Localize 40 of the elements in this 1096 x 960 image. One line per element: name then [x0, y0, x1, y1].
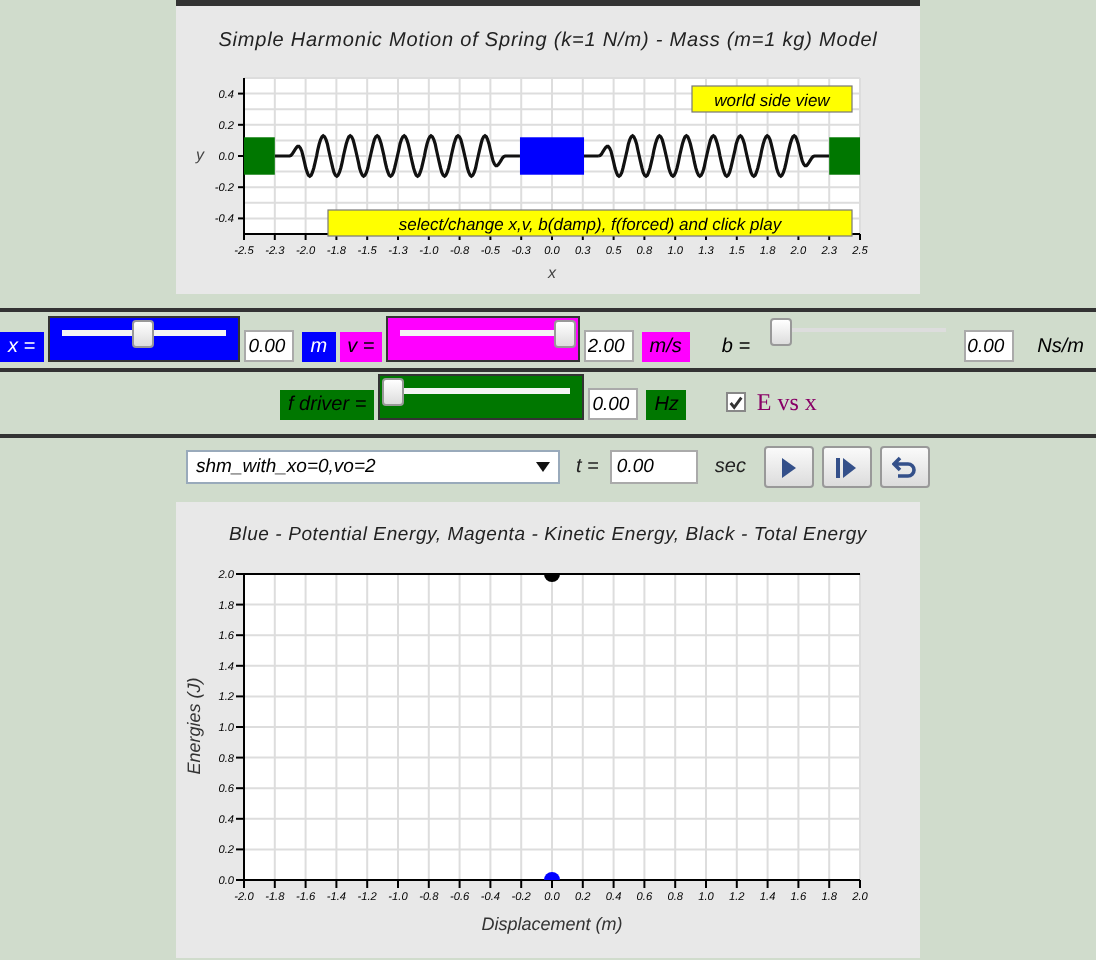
time-unit: sec [714, 456, 746, 478]
time-field[interactable]: 0.00 [610, 450, 699, 484]
slider[interactable] [386, 316, 580, 362]
variable-label: x = [0, 332, 44, 362]
axis-label: Displacement (m) [481, 914, 623, 934]
value-field[interactable]: 2.00 [583, 330, 634, 362]
axis-label: x [548, 264, 556, 282]
unit-label: Hz [646, 390, 687, 420]
play-icon [780, 457, 797, 477]
value-field[interactable]: 0.00 [963, 330, 1014, 362]
value-field[interactable]: 0.00 [588, 388, 639, 420]
variable-label: v = [339, 332, 383, 362]
slider-thumb[interactable] [381, 378, 404, 406]
unit-label: m/s [641, 332, 690, 362]
caret-icon [536, 462, 550, 472]
slider[interactable] [47, 316, 241, 362]
checkbox[interactable] [726, 392, 747, 412]
slider-thumb[interactable] [769, 318, 792, 346]
step-button[interactable] [821, 446, 872, 488]
slider-thumb[interactable] [132, 320, 155, 348]
value-field[interactable]: 0.00 [244, 330, 295, 362]
axis-label: y [196, 146, 204, 164]
unit-label: m [302, 332, 336, 362]
slider-thumb[interactable] [554, 320, 577, 348]
axis-label: Energies (J) [184, 677, 204, 775]
play-button[interactable] [763, 446, 814, 488]
reset-icon [892, 456, 917, 478]
slider[interactable] [378, 374, 585, 420]
step-icon [836, 457, 857, 477]
view-title: Simple Harmonic Motion of Spring (k=1 N/m) - Mass (m=1 kg) Model [216, 28, 880, 56]
scenario-dropdown[interactable]: shm_with_xo=0,vo=2 [186, 450, 560, 484]
time-label: t = [576, 456, 599, 478]
hint-label: select/change x,v, b(damp), f(forced) and click play [327, 209, 853, 237]
unit-label: Ns/m [1035, 334, 1087, 362]
reset-button[interactable] [879, 446, 930, 488]
chart-title: Blue - Potential Energy, Magenta - Kinetic Energy, Black - Total Energy [227, 522, 869, 550]
variable-label: b = [719, 334, 753, 362]
checkbox-label: E vs x [756, 388, 817, 418]
variable-label: f driver = [280, 390, 375, 420]
view-label: world side view [691, 85, 853, 113]
